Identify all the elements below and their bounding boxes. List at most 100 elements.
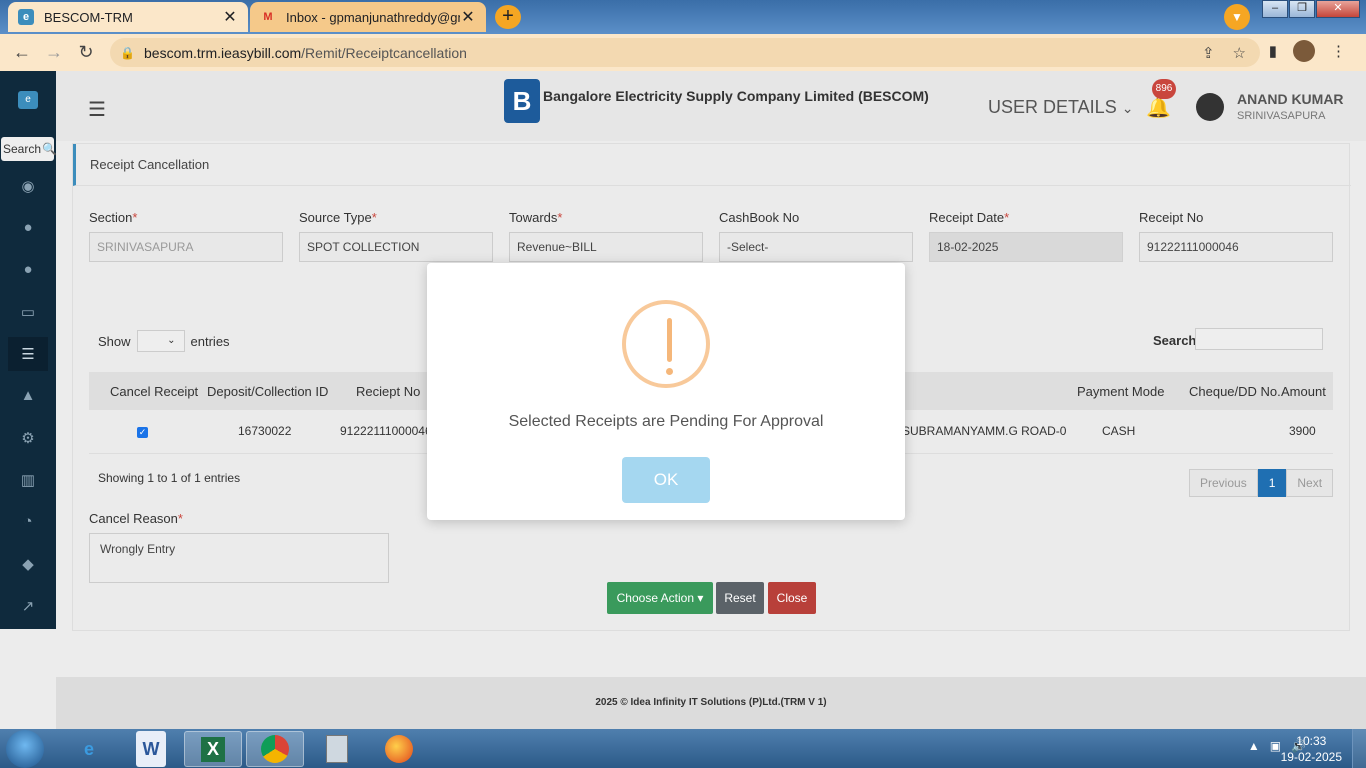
th-receipt-no[interactable]: Reciept No (356, 384, 420, 399)
pager-next[interactable]: Next (1286, 469, 1334, 497)
close-tab-icon[interactable]: ✕ (222, 7, 238, 27)
tab-gmail-inbox[interactable]: M Inbox - gpmanjunathreddy@gma ✕ (250, 2, 486, 32)
warning-icon (622, 300, 710, 388)
reload-icon[interactable]: ↻ (70, 42, 102, 63)
line-chart-icon[interactable]: ↗ (18, 597, 38, 617)
forward-icon[interactable]: → (38, 42, 70, 63)
user-icon[interactable]: ● (18, 219, 38, 239)
address-bar[interactable]: 🔒 bescom.trm.ieasybill.com/Remit/Receipt… (110, 38, 1260, 67)
receipt-no-label: Receipt No (1139, 210, 1204, 225)
browser-extensions: ▮ ⋮ (1269, 40, 1346, 62)
lock-icon: 🔒 (120, 45, 135, 60)
maximize-button[interactable]: ❐ (1289, 0, 1315, 18)
user-group-icon[interactable]: ● (18, 261, 38, 281)
bookmark-star-icon[interactable]: ☆ (1233, 44, 1246, 62)
cell-address: SUBRAMANYAMM.G ROAD-0 (902, 424, 1067, 438)
back-icon[interactable]: ← (6, 42, 38, 63)
chevron-down-circle-icon: ⌄ (1121, 100, 1134, 116)
side-panel-icon[interactable]: ▮ (1269, 42, 1277, 60)
clock-time: 10:33 (1296, 734, 1327, 748)
pager-page-1[interactable]: 1 (1257, 469, 1287, 497)
dashboard-icon[interactable]: ◉ (18, 177, 38, 197)
firefox-icon[interactable] (370, 731, 428, 767)
bar-chart-icon[interactable]: ▥ (18, 471, 38, 491)
menu-kebab-icon[interactable]: ⋮ (1331, 42, 1346, 60)
chrome-icon[interactable] (246, 731, 304, 767)
pagination: Previous 1 Next (1189, 469, 1334, 497)
close-button[interactable]: Close (768, 582, 816, 614)
close-tab-icon[interactable]: ✕ (460, 7, 476, 27)
calculator-icon[interactable] (308, 731, 366, 767)
list-icon[interactable]: ☰ (18, 345, 38, 365)
window-close-button[interactable]: ✕ (1316, 0, 1360, 18)
ok-button[interactable]: OK (622, 457, 710, 503)
entries-label: entries (190, 333, 230, 349)
cell-amount: 3900 (1289, 424, 1316, 438)
user-avatar[interactable] (1196, 93, 1224, 121)
show-desktop-button[interactable] (1352, 729, 1366, 768)
receipt-date-field[interactable]: 18-02-2025 (929, 232, 1123, 262)
th-cancel-receipt[interactable]: Cancel Receipt (110, 384, 198, 399)
user-details-dropdown[interactable]: USER DETAILS ⌄ (988, 97, 1133, 118)
company-name: Bangalore Electricity Supply Company Lim… (543, 88, 929, 104)
source-type-select[interactable]: SPOT COLLECTION (299, 232, 493, 262)
road-icon[interactable]: ▲ (18, 387, 38, 407)
bescom-favicon-icon: e (18, 9, 34, 25)
cashbook-label: CashBook No (719, 210, 800, 225)
towards-select[interactable]: Revenue~BILL (509, 232, 703, 262)
search-icon: 🔍 (42, 142, 57, 156)
monitor-icon[interactable]: ▭ (18, 303, 38, 323)
show-entries-control: Show ⌄ entries (98, 330, 230, 352)
tag-icon[interactable]: ◆ (18, 555, 38, 575)
pager-previous[interactable]: Previous (1189, 469, 1258, 497)
profile-avatar[interactable] (1293, 40, 1315, 62)
user-location: SRINIVASAPURA (1237, 110, 1326, 122)
gmail-favicon-icon: M (263, 11, 273, 23)
speedometer-icon[interactable]: ◔ (18, 513, 38, 533)
internet-explorer-icon[interactable]: e (60, 731, 118, 767)
clock-date: 19-02-2025 (1280, 750, 1342, 764)
url-host: bescom.trm.ieasybill.com (144, 44, 302, 61)
minimize-button[interactable]: – (1262, 0, 1288, 18)
tab-bescom-trm[interactable]: e BESCOM-TRM ✕ (8, 2, 248, 32)
tab-title: Inbox - gpmanjunathreddy@gma (286, 9, 460, 25)
hamburger-menu-icon[interactable]: ☰ (88, 97, 106, 122)
entries-select[interactable]: ⌄ (136, 330, 185, 352)
new-tab-button[interactable]: + (495, 5, 521, 29)
choose-action-button[interactable]: Choose Action ▾ (607, 582, 713, 614)
app-logo-icon[interactable]: e (18, 91, 38, 109)
cashbook-select[interactable]: -Select- (719, 232, 913, 262)
tab-title: BESCOM-TRM (44, 9, 133, 25)
share-icon[interactable]: ⇪ (1202, 44, 1215, 62)
settings-gear-icon[interactable]: ⚙ (18, 429, 38, 449)
cancel-reason-textarea[interactable]: Wrongly Entry (89, 533, 389, 583)
th-payment-mode[interactable]: Payment Mode (1077, 384, 1164, 399)
tray-expand-icon[interactable]: ▲ (1248, 739, 1260, 753)
th-deposit-id[interactable]: Deposit/Collection ID (207, 384, 328, 399)
th-cheque-dd[interactable]: Cheque/DD No. (1189, 384, 1281, 399)
excel-icon[interactable]: X (184, 731, 242, 767)
th-amount[interactable]: Amount (1281, 384, 1326, 399)
modal-message: Selected Receipts are Pending For Approv… (508, 413, 824, 430)
sidebar: e Search 🔍 ◉ ● ● ▭ ☰ ▲ ⚙ ▥ ◔ ◆ ↗ (0, 71, 57, 629)
reset-button[interactable]: Reset (716, 582, 764, 614)
source-type-label: Source Type* (299, 210, 377, 225)
table-search-input[interactable] (1195, 328, 1323, 350)
start-button[interactable] (6, 730, 44, 768)
sidebar-search[interactable]: Search 🔍 (1, 137, 57, 161)
show-label: Show (98, 333, 131, 349)
section-label: Section* (89, 210, 138, 225)
cancel-receipt-checkbox[interactable]: ✓ (137, 427, 148, 438)
window-controls: – ❐ ✕ (1261, 0, 1360, 18)
taskbar-clock[interactable]: 10:33 19-02-2025 (1281, 733, 1342, 765)
section-field[interactable]: SRINIVASAPURA (89, 232, 283, 262)
receipt-date-label: Receipt Date* (929, 210, 1010, 225)
page-footer: 2025 © Idea Infinity IT Solutions (P)Ltd… (56, 677, 1366, 729)
network-icon[interactable]: ▣ (1270, 739, 1281, 753)
user-name: ANAND KUMAR (1237, 91, 1344, 107)
tab-search-button[interactable]: ▼ (1224, 4, 1250, 30)
browser-toolbar: ← → ↻ 🔒 bescom.trm.ieasybill.com/Remit/R… (0, 34, 1366, 71)
word-icon[interactable]: W (136, 731, 166, 767)
alert-modal: Selected Receipts are Pending For Approv… (427, 263, 905, 520)
receipt-no-field[interactable]: 91222111000046 (1139, 232, 1333, 262)
